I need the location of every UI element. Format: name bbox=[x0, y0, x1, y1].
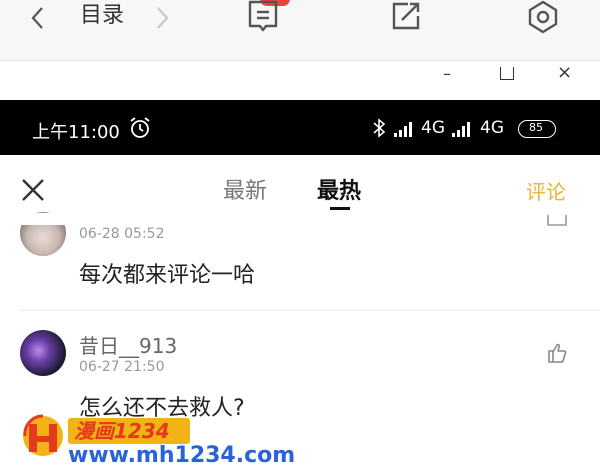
close-icon[interactable] bbox=[20, 177, 46, 203]
cell-signal-icon bbox=[394, 122, 412, 137]
battery-level: 85 bbox=[529, 121, 543, 134]
alarm-clock-icon bbox=[130, 117, 150, 138]
bluetooth-icon bbox=[373, 118, 386, 138]
comment-time: 06-28 05:52 bbox=[79, 226, 165, 242]
active-tab-indicator bbox=[330, 207, 350, 210]
comment-list-icon[interactable] bbox=[246, 0, 280, 32]
tab-newest[interactable]: 最新 bbox=[223, 173, 267, 205]
watermark-url: www.mh1234.com bbox=[68, 443, 296, 468]
comment-time: 06-27 21:50 bbox=[79, 359, 165, 375]
maximize-button[interactable] bbox=[500, 67, 514, 80]
watermark-title: 漫画1234 bbox=[74, 419, 170, 443]
chevron-left-icon[interactable] bbox=[26, 6, 52, 30]
minimize-button[interactable]: – bbox=[443, 64, 451, 83]
settings-hexagon-icon[interactable] bbox=[527, 0, 559, 34]
share-icon[interactable] bbox=[390, 0, 422, 32]
network-type-1: 4G bbox=[421, 118, 445, 138]
scroll-clip bbox=[0, 213, 600, 225]
divider bbox=[20, 310, 600, 311]
mh1234-logo-icon bbox=[23, 414, 63, 456]
chevron-right-icon[interactable] bbox=[150, 6, 176, 30]
comment-username[interactable]: 昔日__913 bbox=[79, 330, 177, 359]
thumbs-up-icon[interactable] bbox=[546, 215, 568, 231]
table-of-contents-button[interactable]: 目录 bbox=[80, 2, 124, 30]
write-comment-button[interactable]: 评论 bbox=[526, 176, 566, 205]
comment-text: 每次都来评论一哈 bbox=[79, 263, 256, 288]
cell-signal-icon bbox=[452, 122, 470, 137]
tab-hottest[interactable]: 最热 bbox=[317, 173, 361, 205]
window-close-button[interactable]: × bbox=[557, 62, 572, 83]
thumbs-up-icon[interactable] bbox=[546, 342, 568, 364]
avatar[interactable] bbox=[20, 330, 66, 376]
network-type-2: 4G bbox=[480, 118, 504, 138]
status-time: 上午11:00 bbox=[32, 122, 120, 143]
